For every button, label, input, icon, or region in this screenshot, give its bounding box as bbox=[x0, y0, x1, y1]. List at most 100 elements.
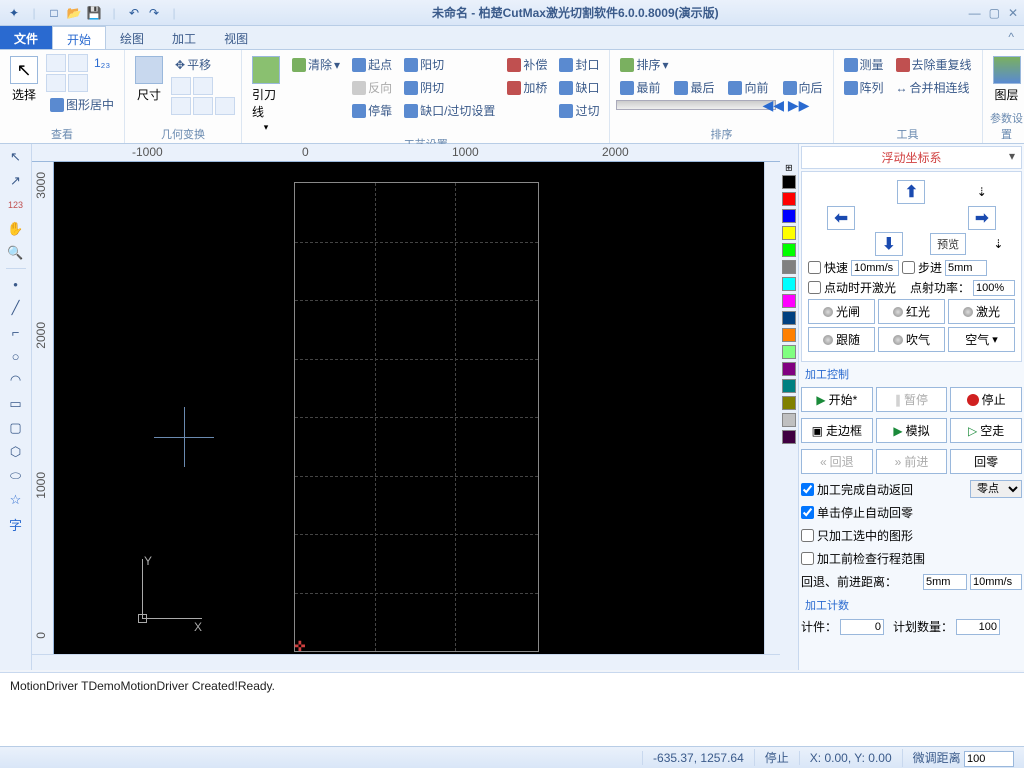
tool-node-icon[interactable]: ↗ bbox=[7, 172, 25, 190]
tool-pan-icon[interactable]: ✋ bbox=[7, 220, 25, 238]
redo-icon[interactable]: ↷ bbox=[146, 5, 162, 21]
dock-button[interactable]: 停靠 bbox=[348, 100, 396, 121]
dry-run-button[interactable]: ▷空走 bbox=[950, 418, 1022, 443]
layer-bg-icon[interactable]: ⊞ bbox=[784, 164, 794, 172]
return-target-select[interactable]: 零点 bbox=[970, 480, 1022, 498]
jog-left-button[interactable]: ⬅ bbox=[827, 206, 855, 230]
layer-swatch-5[interactable] bbox=[782, 260, 796, 274]
layer-button[interactable]: 图层 bbox=[989, 54, 1024, 105]
slider[interactable]: ◀◀ ▶▶ bbox=[616, 100, 776, 110]
forward-button[interactable]: 向前 bbox=[724, 77, 772, 98]
layer-swatch-1[interactable] bbox=[782, 192, 796, 206]
simulate-button[interactable]: ▶模拟 bbox=[876, 418, 948, 443]
align-icon[interactable] bbox=[215, 97, 235, 115]
tab-start[interactable]: 开始 bbox=[52, 26, 106, 49]
ribbon-collapse-icon[interactable]: ^ bbox=[998, 26, 1024, 49]
laser-on-checkbox[interactable] bbox=[808, 281, 821, 294]
backward-button[interactable]: 向后 bbox=[779, 77, 827, 98]
layer-swatch-9[interactable] bbox=[782, 328, 796, 342]
size-button[interactable]: 尺寸 bbox=[131, 54, 167, 105]
rotate-l-icon[interactable] bbox=[171, 97, 191, 115]
tool-arc-icon[interactable]: ◠ bbox=[7, 371, 25, 389]
layer-swatch-6[interactable] bbox=[782, 277, 796, 291]
follow-button[interactable]: 跟随 bbox=[808, 327, 875, 352]
tool-roundrect-icon[interactable]: ▢ bbox=[7, 419, 25, 437]
maximize-icon[interactable]: ▢ bbox=[989, 6, 1000, 20]
bridge-button[interactable]: 加桥 bbox=[503, 77, 551, 98]
reverse-button[interactable]: 反向 bbox=[348, 77, 396, 98]
zoom-icon[interactable] bbox=[68, 54, 88, 72]
layer-swatch-4[interactable] bbox=[782, 243, 796, 257]
translate-button[interactable]: ✥平移 bbox=[171, 54, 235, 75]
layer-swatch-14[interactable] bbox=[782, 413, 796, 427]
yang-button[interactable]: 阳切 bbox=[400, 54, 499, 75]
array-button[interactable]: 阵列 bbox=[840, 77, 888, 98]
select-button[interactable]: ↖选择 bbox=[6, 54, 42, 105]
merge-button[interactable]: ↔合并相连线 bbox=[892, 77, 976, 98]
zoom-fit-icon[interactable] bbox=[46, 54, 66, 72]
sort-button[interactable]: 排序 ▾ bbox=[616, 54, 826, 75]
yin-button[interactable]: 阴切 bbox=[400, 77, 499, 98]
home-button[interactable]: 回零 bbox=[950, 449, 1022, 474]
layer-swatch-3[interactable] bbox=[782, 226, 796, 240]
layer-swatch-11[interactable] bbox=[782, 362, 796, 376]
stop-button[interactable]: 停止 bbox=[950, 387, 1022, 412]
preview-button[interactable]: 预览 bbox=[930, 233, 966, 255]
start-point-button[interactable]: 起点 bbox=[348, 54, 396, 75]
tool-rect-icon[interactable]: ▭ bbox=[7, 395, 25, 413]
lead-button[interactable]: 引刀线▾ bbox=[248, 54, 284, 135]
power-input[interactable] bbox=[973, 280, 1015, 296]
dedup-button[interactable]: 去除重复线 bbox=[892, 54, 976, 75]
tab-draw[interactable]: 绘图 bbox=[106, 26, 158, 49]
blow-button[interactable]: 吹气 bbox=[878, 327, 945, 352]
laser-button[interactable]: 激光 bbox=[948, 299, 1015, 324]
coord-system-dropdown[interactable]: 浮动坐标系 bbox=[801, 146, 1022, 169]
layer-swatch-15[interactable] bbox=[782, 430, 796, 444]
tool-num-icon[interactable]: 123 bbox=[7, 196, 25, 214]
fast-checkbox[interactable] bbox=[808, 261, 821, 274]
frame-button[interactable]: ▣走边框 bbox=[801, 418, 873, 443]
tool-polygon-icon[interactable]: ⬡ bbox=[7, 443, 25, 461]
compensate-button[interactable]: 补偿 bbox=[503, 54, 551, 75]
auto-return-checkbox[interactable] bbox=[801, 483, 814, 496]
center-button[interactable]: 图形居中 bbox=[46, 94, 118, 115]
shutter-button[interactable]: 光闸 bbox=[808, 299, 875, 324]
tool-line-icon[interactable]: ╱ bbox=[7, 299, 25, 317]
pause-button[interactable]: ∥暂停 bbox=[876, 387, 948, 412]
layer-swatch-2[interactable] bbox=[782, 209, 796, 223]
count-input[interactable] bbox=[840, 619, 884, 635]
tool-circle-icon[interactable]: ○ bbox=[7, 347, 25, 365]
jog-down-button[interactable]: ⬇ bbox=[875, 232, 903, 256]
tab-view[interactable]: 视图 bbox=[210, 26, 262, 49]
front-button[interactable]: 最前 bbox=[616, 77, 664, 98]
forward-button[interactable]: »前进 bbox=[876, 449, 948, 474]
laser-head-icon[interactable]: ⇣ bbox=[968, 185, 996, 199]
gas-select[interactable]: 空气 ▾ bbox=[948, 327, 1015, 352]
horizontal-scrollbar[interactable] bbox=[32, 654, 780, 670]
layer-swatch-7[interactable] bbox=[782, 294, 796, 308]
fast-speed-input[interactable] bbox=[851, 260, 899, 276]
tool-point-icon[interactable]: • bbox=[7, 275, 25, 293]
red-light-button[interactable]: 红光 bbox=[878, 299, 945, 324]
tool-zoom-icon[interactable]: 🔍 bbox=[7, 244, 25, 262]
clear-button[interactable]: 清除 ▾ bbox=[288, 54, 344, 75]
tool-select-icon[interactable]: ↖ bbox=[7, 148, 25, 166]
fwd-speed-input[interactable] bbox=[970, 574, 1022, 590]
undo-icon[interactable]: ↶ bbox=[126, 5, 142, 21]
step-dist-input[interactable] bbox=[945, 260, 987, 276]
rotate-r-icon[interactable] bbox=[193, 97, 213, 115]
jog-right-button[interactable]: ➡ bbox=[968, 206, 996, 230]
num-icon[interactable]: 1₂₃ bbox=[90, 54, 114, 72]
tool-ellipse-icon[interactable]: ⬭ bbox=[7, 467, 25, 485]
stop-home-checkbox[interactable] bbox=[801, 506, 814, 519]
layer-swatch-10[interactable] bbox=[782, 345, 796, 359]
save-icon[interactable]: 💾 bbox=[86, 5, 102, 21]
layer-swatch-0[interactable] bbox=[782, 175, 796, 189]
gap2-button[interactable]: 缺口 bbox=[555, 77, 603, 98]
pan-icon[interactable] bbox=[46, 74, 66, 92]
selected-only-checkbox[interactable] bbox=[801, 529, 814, 542]
back-button[interactable]: 最后 bbox=[670, 77, 718, 98]
minimize-icon[interactable]: — bbox=[969, 6, 981, 20]
plan-input[interactable] bbox=[956, 619, 1000, 635]
tool-text-icon[interactable]: 字 bbox=[7, 515, 25, 533]
